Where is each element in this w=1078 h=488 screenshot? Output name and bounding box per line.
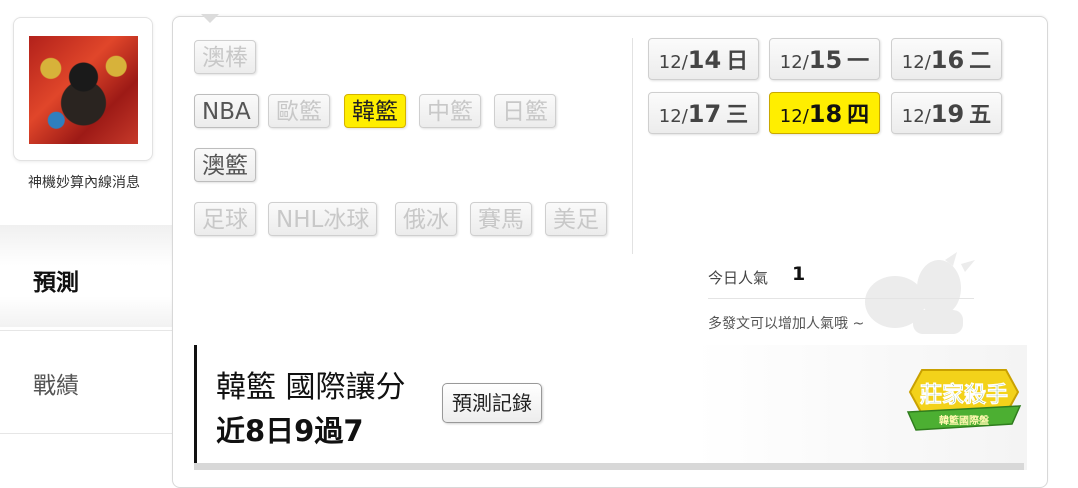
headline-streak: 近8日9過7 [216,414,364,448]
league-tag-ru-hockey: 俄冰 [395,202,457,236]
date-weekday: 三 [726,103,749,128]
panel-pointer [201,14,219,23]
league-tag-au-baseball: 澳棒 [194,40,256,74]
date-weekday: 一 [847,49,870,74]
nav-predict-tab[interactable] [0,225,172,327]
date-month: 12/ [901,106,931,127]
avatar[interactable] [29,36,138,144]
date-day: 18 [808,100,843,128]
date-month: 12/ [779,52,809,73]
mascot-watermark-icon [865,252,975,334]
league-tag-eu-basketball: 歐籃 [268,94,330,128]
date-weekday: 日 [726,49,749,74]
date-month: 12/ [779,106,809,127]
nav-record-tab[interactable] [0,330,172,434]
league-tag-nba[interactable]: NBA [194,94,259,128]
date-day: 14 [687,46,722,74]
date-month: 12/ [658,52,688,73]
date-day: 19 [930,100,965,128]
nav-predict-label: 預測 [33,270,79,296]
username[interactable]: 神機妙算內線消息 [0,172,168,192]
date-button-1216[interactable]: 12/16 二 [891,38,1002,80]
badge-sub-text: 韓籃國際盤 [939,414,990,427]
date-button-1215[interactable]: 12/15 一 [769,38,880,80]
date-button-1218[interactable]: 12/18 四 [769,92,880,134]
prediction-record-button[interactable]: 預測記錄 [442,383,542,423]
date-weekday: 二 [969,49,992,74]
headline-title: 韓籃 國際讓分 [216,370,406,405]
headline-bottom-bar [194,463,1024,470]
date-weekday: 四 [847,103,870,128]
league-tag-nhl: NHL冰球 [268,202,378,236]
date-day: 17 [687,100,722,128]
date-button-1219[interactable]: 12/19 五 [891,92,1002,134]
panel-divider [632,38,633,254]
league-tag-us-football: 美足 [545,202,607,236]
league-tag-soccer: 足球 [194,202,256,236]
bookmaker-killer-badge-icon: 莊家殺手 韓籃國際盤 [906,369,1022,431]
date-button-1217[interactable]: 12/17 三 [648,92,759,134]
date-weekday: 五 [969,103,992,128]
badge-main-text: 莊家殺手 [920,382,1008,408]
league-tag-kr-basketball[interactable]: 韓籃 [344,94,406,128]
date-day: 15 [808,46,843,74]
league-tag-cn-basketball: 中籃 [419,94,481,128]
popularity-hint: 多發文可以增加人氣哦 ~ [708,316,865,332]
popularity-value: 1 [792,263,806,285]
league-tag-au-basketball[interactable]: 澳籃 [194,148,256,182]
popularity-label: 今日人氣 [708,269,769,287]
date-month: 12/ [901,52,931,73]
nav-record-label: 戰績 [33,373,79,399]
date-day: 16 [930,46,965,74]
date-month: 12/ [658,106,688,127]
popularity-divider [708,298,974,299]
date-button-1214[interactable]: 12/14 日 [648,38,759,80]
league-tag-jp-basketball: 日籃 [494,94,556,128]
league-tag-horse-racing: 賽馬 [470,202,532,236]
